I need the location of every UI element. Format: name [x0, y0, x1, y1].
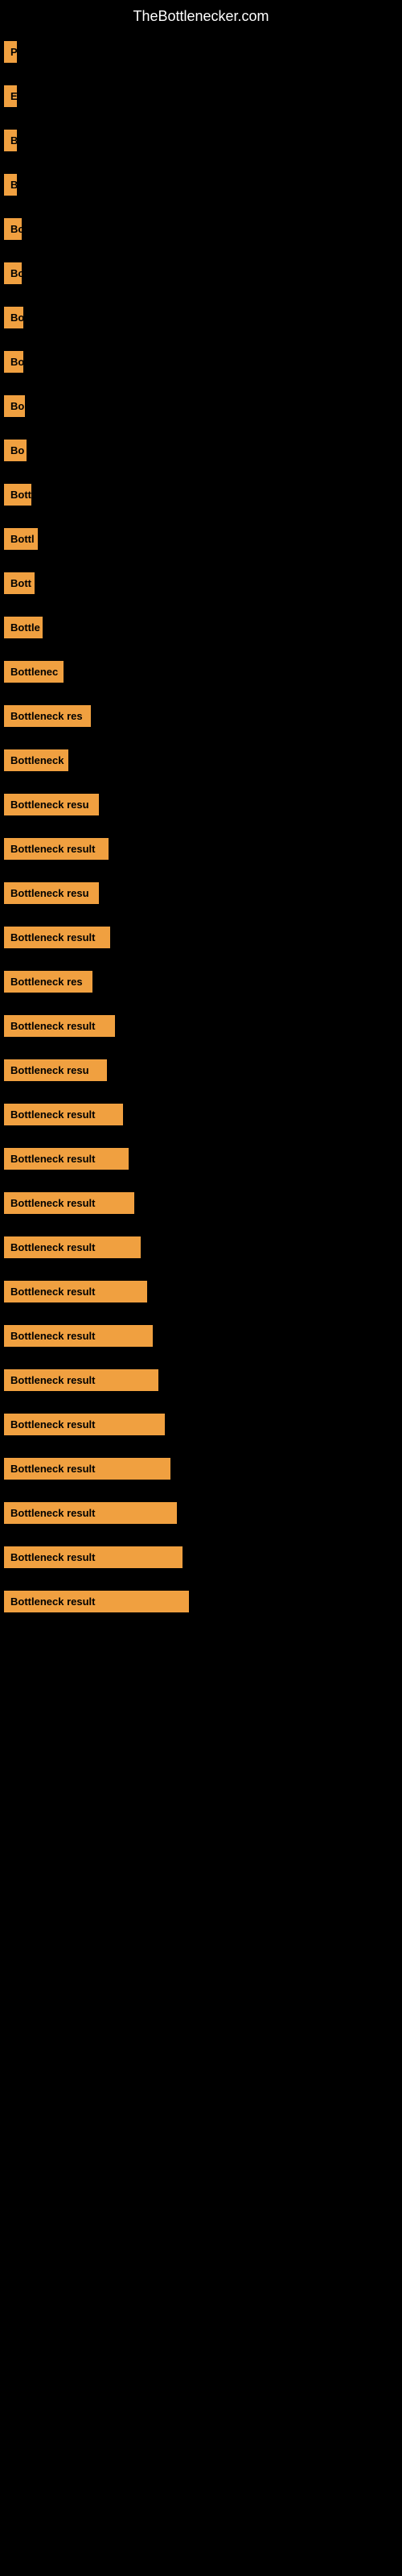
list-item: Bottleneck result [4, 1546, 402, 1568]
list-item: Bo [4, 218, 402, 240]
list-item: Bottleneck resu [4, 794, 402, 815]
bottleneck-label: Bottleneck resu [4, 1059, 107, 1081]
bottleneck-label: B [4, 174, 17, 196]
bottleneck-label: Bott [4, 484, 31, 506]
list-item: Bottleneck result [4, 1236, 402, 1258]
items-container: PE B B Bo Bo Bo Bo Bo Bo Bott Bottl Bott Bottle Bottl… [0, 41, 402, 1635]
list-item: Bottleneck result [4, 1591, 402, 1612]
bottleneck-label: Bottleneck result [4, 1591, 189, 1612]
bottleneck-label: Bottleneck result [4, 1458, 170, 1480]
list-item: Bottleneck result [4, 1104, 402, 1125]
bottleneck-label: Bottleneck result [4, 1236, 141, 1258]
list-item: Bottlenec [4, 661, 402, 683]
bottleneck-label: Bottle [4, 617, 43, 638]
bottleneck-label: Bo [4, 395, 25, 417]
bottleneck-label: Bo [4, 218, 22, 240]
bottleneck-label: Bottleneck res [4, 971, 92, 993]
list-item: Bottl [4, 528, 402, 550]
list-item: Bo [4, 395, 402, 417]
list-item: Bottleneck resu [4, 882, 402, 904]
bottleneck-label: Bottleneck result [4, 1369, 158, 1391]
list-item: Bo [4, 307, 402, 328]
list-item: P [4, 41, 402, 63]
bottleneck-label: Bottleneck result [4, 1546, 183, 1568]
bottleneck-label: Bottleneck result [4, 1281, 147, 1302]
bottleneck-label: Bottleneck result [4, 1502, 177, 1524]
bottleneck-label: Bottleneck result [4, 1104, 123, 1125]
bottleneck-label: Bo [4, 307, 23, 328]
bottleneck-label: Bottleneck resu [4, 794, 99, 815]
list-item: Bottleneck resu [4, 1059, 402, 1081]
list-item: B [4, 174, 402, 196]
list-item: Bottleneck [4, 749, 402, 771]
list-item: Bo [4, 440, 402, 461]
list-item: Bottleneck result [4, 1502, 402, 1524]
list-item: Bo [4, 262, 402, 284]
list-item: Bottleneck result [4, 1148, 402, 1170]
bottleneck-label: P [4, 41, 17, 63]
list-item: Bottleneck res [4, 705, 402, 727]
list-item: Bottleneck result [4, 927, 402, 948]
bottleneck-label: B [4, 130, 17, 151]
list-item: Bottleneck res [4, 971, 402, 993]
bottleneck-label: Bottleneck result [4, 1192, 134, 1214]
bottleneck-label: Bottleneck res [4, 705, 91, 727]
bottleneck-label: Bottleneck [4, 749, 68, 771]
bottleneck-label: Bottleneck result [4, 1414, 165, 1435]
bottleneck-label: Bo [4, 262, 22, 284]
bottleneck-label: Bottleneck result [4, 1015, 115, 1037]
list-item: E [4, 85, 402, 107]
list-item: Bott [4, 484, 402, 506]
site-title: TheBottlenecker.com [0, 0, 402, 41]
bottleneck-label: Bott [4, 572, 35, 594]
bottleneck-label: Bo [4, 440, 27, 461]
bottleneck-label: Bottleneck result [4, 1325, 153, 1347]
list-item: Bottleneck result [4, 1015, 402, 1037]
bottleneck-label: Bo [4, 351, 23, 373]
list-item: B [4, 130, 402, 151]
bottleneck-label: E [4, 85, 17, 107]
bottleneck-label: Bottleneck result [4, 838, 109, 860]
list-item: Bottleneck result [4, 1458, 402, 1480]
list-item: Bo [4, 351, 402, 373]
bottleneck-label: Bottleneck result [4, 927, 110, 948]
list-item: Bottleneck result [4, 1369, 402, 1391]
list-item: Bottleneck result [4, 1281, 402, 1302]
list-item: Bott [4, 572, 402, 594]
list-item: Bottleneck result [4, 838, 402, 860]
list-item: Bottle [4, 617, 402, 638]
list-item: Bottleneck result [4, 1414, 402, 1435]
list-item: Bottleneck result [4, 1192, 402, 1214]
list-item: Bottleneck result [4, 1325, 402, 1347]
bottleneck-label: Bottleneck result [4, 1148, 129, 1170]
bottleneck-label: Bottl [4, 528, 38, 550]
bottleneck-label: Bottleneck resu [4, 882, 99, 904]
bottleneck-label: Bottlenec [4, 661, 64, 683]
